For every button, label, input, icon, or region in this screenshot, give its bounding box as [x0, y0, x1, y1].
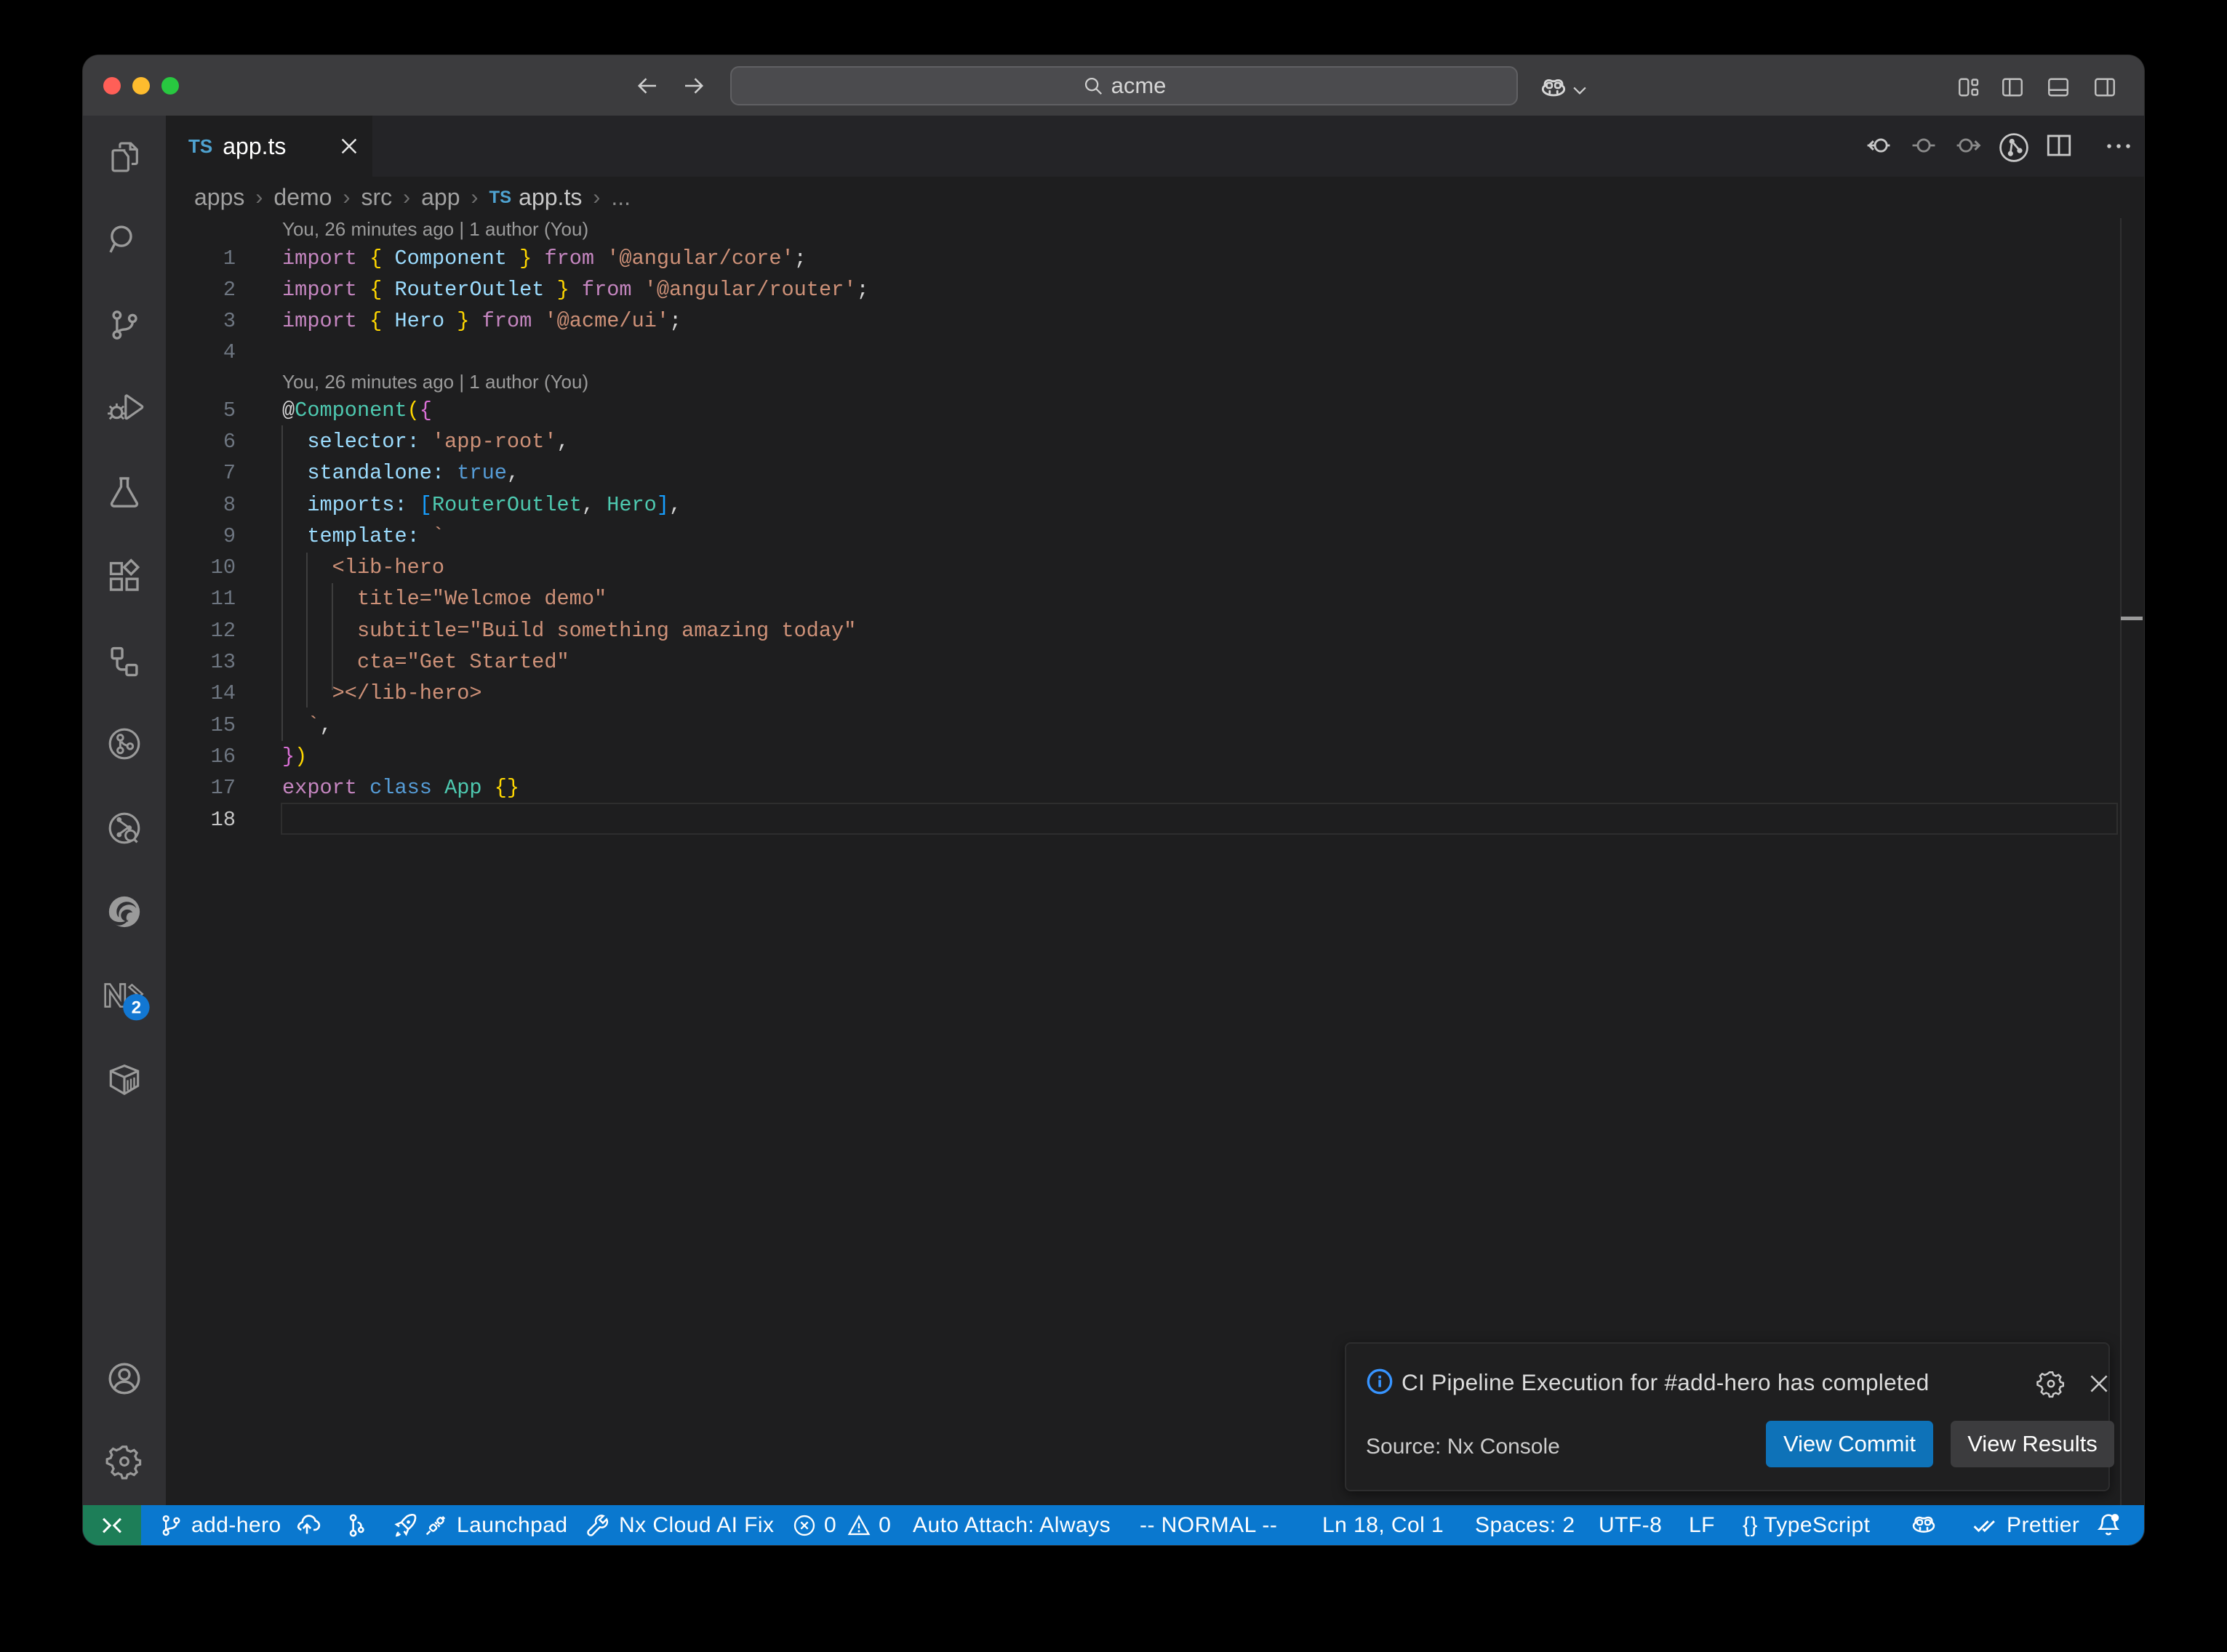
svg-text:2: 2	[132, 998, 142, 1018]
